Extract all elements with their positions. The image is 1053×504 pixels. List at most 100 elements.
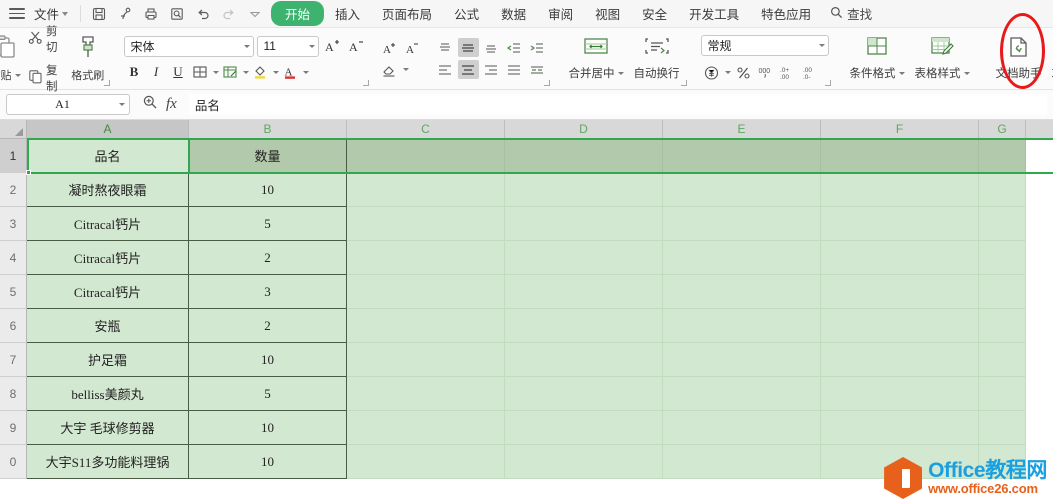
merge-center-button[interactable]: 合并居中	[564, 34, 629, 83]
distribute-button[interactable]	[527, 60, 548, 79]
underline-button[interactable]: U	[168, 63, 189, 82]
cell-e7[interactable]	[663, 343, 821, 377]
font-size-select[interactable]: 11	[256, 35, 319, 57]
cell-d5[interactable]	[505, 275, 663, 309]
cell-g1[interactable]	[979, 139, 1026, 173]
number-format-select[interactable]: 常规	[700, 35, 829, 56]
font-color-icon[interactable]: A	[280, 63, 301, 82]
document-assistant-button[interactable]: 文档助手	[991, 34, 1047, 83]
comma-icon[interactable]: 000	[756, 63, 777, 82]
print-preview-icon[interactable]	[165, 3, 189, 25]
chevron-down-icon[interactable]	[212, 70, 219, 74]
cell-c5[interactable]	[347, 275, 505, 309]
autosum-button[interactable]: Σ 求和	[1047, 34, 1053, 83]
borders-icon[interactable]	[190, 63, 211, 82]
print-icon[interactable]	[139, 3, 163, 25]
cell-a6[interactable]: 安瓶	[27, 309, 189, 343]
copy-button[interactable]: 复制	[24, 60, 68, 96]
conditional-format-button[interactable]: 条件格式	[845, 34, 910, 83]
cell-d2[interactable]	[505, 173, 663, 207]
cell-f8[interactable]	[821, 377, 979, 411]
align-bottom-button[interactable]	[481, 38, 502, 57]
cell-e10[interactable]	[663, 445, 821, 479]
search-button[interactable]: 查找	[830, 4, 872, 23]
cell-g6[interactable]	[979, 309, 1026, 343]
cell-b5[interactable]: 3	[189, 275, 347, 309]
cell-b3[interactable]: 5	[189, 207, 347, 241]
tab-start[interactable]: 开始	[271, 1, 325, 26]
format-painter-button[interactable]: 格式刷	[68, 32, 108, 85]
undo-icon[interactable]	[191, 3, 215, 25]
cell-b1[interactable]: 数量	[189, 139, 347, 173]
decrease-indent-button[interactable]	[504, 38, 525, 57]
row-header-3[interactable]: 3	[0, 207, 27, 241]
cell-e5[interactable]	[663, 275, 821, 309]
cell-e6[interactable]	[663, 309, 821, 343]
cell-a10[interactable]: 大宇S11多功能料理锅	[27, 445, 189, 479]
cell-f9[interactable]	[821, 411, 979, 445]
column-header-b[interactable]: B	[189, 120, 347, 138]
align-left-button[interactable]	[435, 60, 456, 79]
font-dialog-launcher[interactable]	[363, 80, 370, 87]
cell-b7[interactable]: 10	[189, 343, 347, 377]
cell-e1[interactable]	[663, 139, 821, 173]
clear-format-icon[interactable]	[379, 60, 400, 79]
fill-color-icon[interactable]	[250, 63, 271, 82]
column-header-d[interactable]: D	[505, 120, 663, 138]
cell-f4[interactable]	[821, 241, 979, 275]
cell-g4[interactable]	[979, 241, 1026, 275]
cell-a3[interactable]: Citracal钙片	[27, 207, 189, 241]
row-header-8[interactable]: 8	[0, 377, 27, 411]
font-effects-icon[interactable]: A	[402, 38, 423, 57]
cell-d8[interactable]	[505, 377, 663, 411]
save-icon[interactable]	[87, 3, 111, 25]
tab-view[interactable]: 视图	[584, 1, 631, 26]
customize-icon[interactable]	[243, 3, 267, 25]
column-header-c[interactable]: C	[347, 120, 505, 138]
cell-b6[interactable]: 2	[189, 309, 347, 343]
cell-a2[interactable]: 凝时熬夜眼霜	[27, 173, 189, 207]
cell-g5[interactable]	[979, 275, 1026, 309]
cell-e8[interactable]	[663, 377, 821, 411]
clipboard-dialog-launcher[interactable]	[104, 80, 111, 87]
decrease-decimal-icon[interactable]: .00.0-	[802, 63, 823, 82]
cell-g9[interactable]	[979, 411, 1026, 445]
chevron-down-icon[interactable]	[242, 70, 249, 74]
column-header-f[interactable]: F	[821, 120, 979, 138]
cell-b4[interactable]: 2	[189, 241, 347, 275]
cell-e9[interactable]	[663, 411, 821, 445]
formula-input[interactable]: 品名	[188, 94, 1047, 115]
tab-page-layout[interactable]: 页面布局	[371, 1, 443, 26]
number-dialog-launcher[interactable]	[825, 80, 832, 87]
currency-icon[interactable]	[701, 63, 722, 82]
cell-a1[interactable]: 品名	[27, 139, 189, 173]
cell-f7[interactable]	[821, 343, 979, 377]
fx-label[interactable]: fx	[166, 96, 177, 113]
cell-c9[interactable]	[347, 411, 505, 445]
chevron-down-icon[interactable]	[724, 71, 731, 74]
decrease-font-size-button[interactable]: A	[346, 37, 367, 56]
cell-d3[interactable]	[505, 207, 663, 241]
alignment-dialog-launcher[interactable]	[544, 80, 551, 87]
cell-e4[interactable]	[663, 241, 821, 275]
column-header-a[interactable]: A	[27, 120, 189, 138]
table-border-icon[interactable]	[220, 63, 241, 82]
name-box[interactable]: A1	[6, 94, 130, 115]
chevron-down-icon[interactable]	[402, 68, 409, 71]
cell-d4[interactable]	[505, 241, 663, 275]
align-middle-button[interactable]	[457, 38, 479, 57]
increase-font-size-button[interactable]: A	[322, 37, 343, 56]
cell-c10[interactable]	[347, 445, 505, 479]
cell-a5[interactable]: Citracal钙片	[27, 275, 189, 309]
align-top-button[interactable]	[435, 38, 456, 57]
row-header-5[interactable]: 5	[0, 275, 27, 309]
redo-icon[interactable]	[217, 3, 241, 25]
cut-button[interactable]: 剪切	[24, 21, 68, 57]
cell-g3[interactable]	[979, 207, 1026, 241]
justify-button[interactable]	[504, 60, 525, 79]
tab-formula[interactable]: 公式	[443, 1, 490, 26]
table-style-button[interactable]: 表格样式	[910, 34, 975, 83]
cell-b2[interactable]: 10	[189, 173, 347, 207]
chevron-down-icon[interactable]	[272, 70, 279, 74]
cell-d6[interactable]	[505, 309, 663, 343]
